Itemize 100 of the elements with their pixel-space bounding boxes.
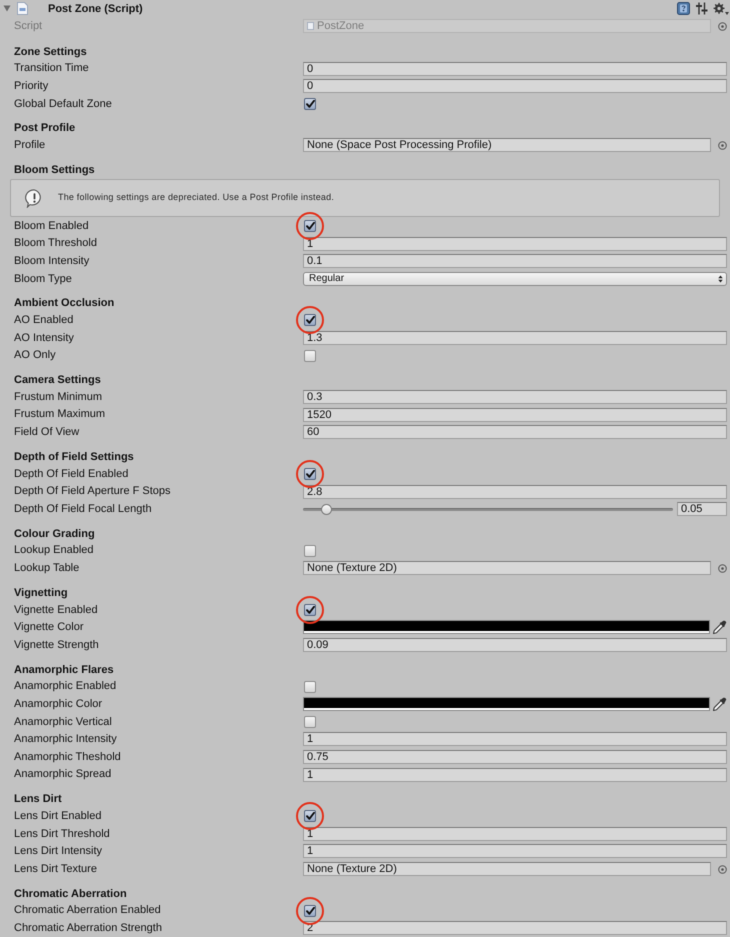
checkbox[interactable] (304, 716, 316, 728)
number-field[interactable]: 1 (303, 826, 727, 841)
number-field[interactable]: 0.75 (303, 750, 727, 764)
field-label: Bloom Intensity (14, 254, 90, 269)
number-field[interactable]: 60 (303, 425, 727, 440)
checkmark-icon (306, 222, 314, 230)
field-label: Bloom Threshold (14, 236, 98, 252)
checkmark-icon (306, 100, 314, 108)
field-label: Anamorphic Color (14, 697, 104, 712)
number-field[interactable]: 0.09 (303, 638, 727, 652)
script-file-icon (307, 22, 314, 30)
checkmark-icon (306, 470, 314, 478)
checkbox[interactable] (304, 604, 316, 616)
field-label: Vignette Enabled (14, 602, 99, 618)
target-icon[interactable] (718, 864, 727, 874)
section-heading: Vignetting (14, 586, 68, 601)
field-label: Anamorphic Enabled (14, 679, 118, 694)
field-label: Profile (14, 138, 46, 154)
number-field[interactable]: 1 (303, 844, 727, 858)
field-label: Anamorphic Spread (14, 767, 112, 782)
field-label: Lookup Table (14, 561, 80, 576)
field-label: Anamorphic Theshold (14, 750, 122, 765)
field-label: Vignette Strength (14, 638, 100, 653)
checkmark-icon (306, 606, 314, 614)
checkbox[interactable] (304, 220, 316, 232)
field-label: Lens Dirt Intensity (14, 844, 104, 860)
object-field[interactable]: None (Texture 2D) (303, 561, 711, 576)
section-heading: Colour Grading (14, 526, 95, 542)
field-label: Lookup Enabled (14, 543, 95, 558)
field-label: AO Enabled (14, 313, 74, 328)
checkbox[interactable] (304, 468, 316, 480)
checkbox[interactable] (304, 680, 316, 693)
field-label: Anamorphic Intensity (14, 732, 118, 748)
checkbox[interactable] (304, 350, 316, 362)
field-label: Field Of View (14, 425, 80, 440)
number-field[interactable]: 1 (303, 768, 727, 782)
checkmark-icon (306, 906, 314, 915)
checkmark-icon (306, 812, 314, 820)
color-field[interactable] (303, 697, 710, 712)
number-field[interactable]: 0.1 (303, 254, 727, 268)
settings-icon[interactable] (712, 2, 729, 16)
object-field[interactable]: None (Space Post Processing Profile) (303, 138, 711, 152)
number-field[interactable]: 0 (303, 62, 727, 76)
section-heading: Post Profile (14, 121, 76, 136)
checkbox[interactable] (304, 810, 316, 822)
checkbox[interactable] (304, 544, 316, 557)
eyedropper-icon[interactable] (712, 696, 727, 712)
checkbox[interactable] (304, 98, 316, 110)
number-field[interactable]: 1 (303, 732, 727, 746)
section-heading: Camera Settings (14, 373, 101, 388)
field-label: Anamorphic Vertical (14, 714, 113, 730)
exclamation-bubble-icon (25, 188, 44, 208)
help-icon[interactable] (677, 2, 690, 16)
field-label: Script (14, 19, 44, 34)
eyedropper-icon[interactable] (712, 620, 727, 635)
field-label: AO Intensity (14, 330, 75, 346)
up-down-arrows-icon (718, 274, 723, 283)
field-label: Frustum Maximum (14, 407, 106, 422)
help-message: The following settings are depreciated. Use a Post Profile instead. (58, 191, 334, 204)
target-icon[interactable] (718, 140, 727, 150)
number-field[interactable]: 0.3 (303, 390, 727, 404)
checkbox[interactable] (304, 904, 316, 917)
target-icon[interactable] (718, 564, 727, 573)
script-file-icon (17, 2, 28, 16)
number-field[interactable]: 0.05 (677, 502, 727, 516)
target-icon[interactable] (718, 22, 727, 31)
field-label: Global Default Zone (14, 96, 113, 112)
number-field[interactable]: 1520 (303, 408, 727, 422)
sliders-icon[interactable] (695, 2, 708, 16)
field-label: Depth Of Field Focal Length (14, 502, 153, 517)
field-label: Lens Dirt Enabled (14, 808, 102, 824)
foldout-triangle-icon[interactable] (3, 5, 11, 12)
section-heading: Lens Dirt (14, 792, 62, 808)
slider-track[interactable] (303, 504, 673, 515)
number-field[interactable]: 0 (303, 79, 727, 94)
section-heading: Ambient Occlusion (14, 296, 114, 312)
field-label: Bloom Type (14, 272, 73, 287)
section-heading: Zone Settings (14, 44, 87, 60)
field-label: Lens Dirt Threshold (14, 826, 111, 842)
field-label: AO Only (14, 348, 57, 364)
slider-thumb[interactable] (320, 504, 332, 515)
section-heading: Depth of Field Settings (14, 450, 134, 465)
field-label: Lens Dirt Texture (14, 862, 98, 877)
checkmark-icon (306, 316, 314, 324)
field-label: Depth Of Field Aperture F Stops (14, 484, 172, 500)
number-field[interactable]: 1.3 (303, 330, 727, 345)
field-label: Vignette Color (14, 620, 85, 636)
section-heading: Chromatic Aberration (14, 886, 127, 902)
checkbox[interactable] (304, 314, 316, 326)
number-field[interactable]: 1 (303, 236, 727, 251)
field-label: Priority (14, 78, 50, 94)
color-field[interactable] (303, 620, 710, 634)
field-label: Chromatic Aberration Enabled (14, 903, 162, 918)
number-field[interactable]: 2.8 (303, 484, 727, 499)
dropdown[interactable]: Regular (303, 272, 727, 286)
section-heading: Anamorphic Flares (14, 662, 114, 678)
field-label: Depth Of Field Enabled (14, 466, 130, 482)
component-title: Post Zone (Script) (48, 2, 143, 17)
object-field[interactable]: None (Texture 2D) (303, 862, 711, 876)
field-label: Bloom Enabled (14, 218, 90, 234)
